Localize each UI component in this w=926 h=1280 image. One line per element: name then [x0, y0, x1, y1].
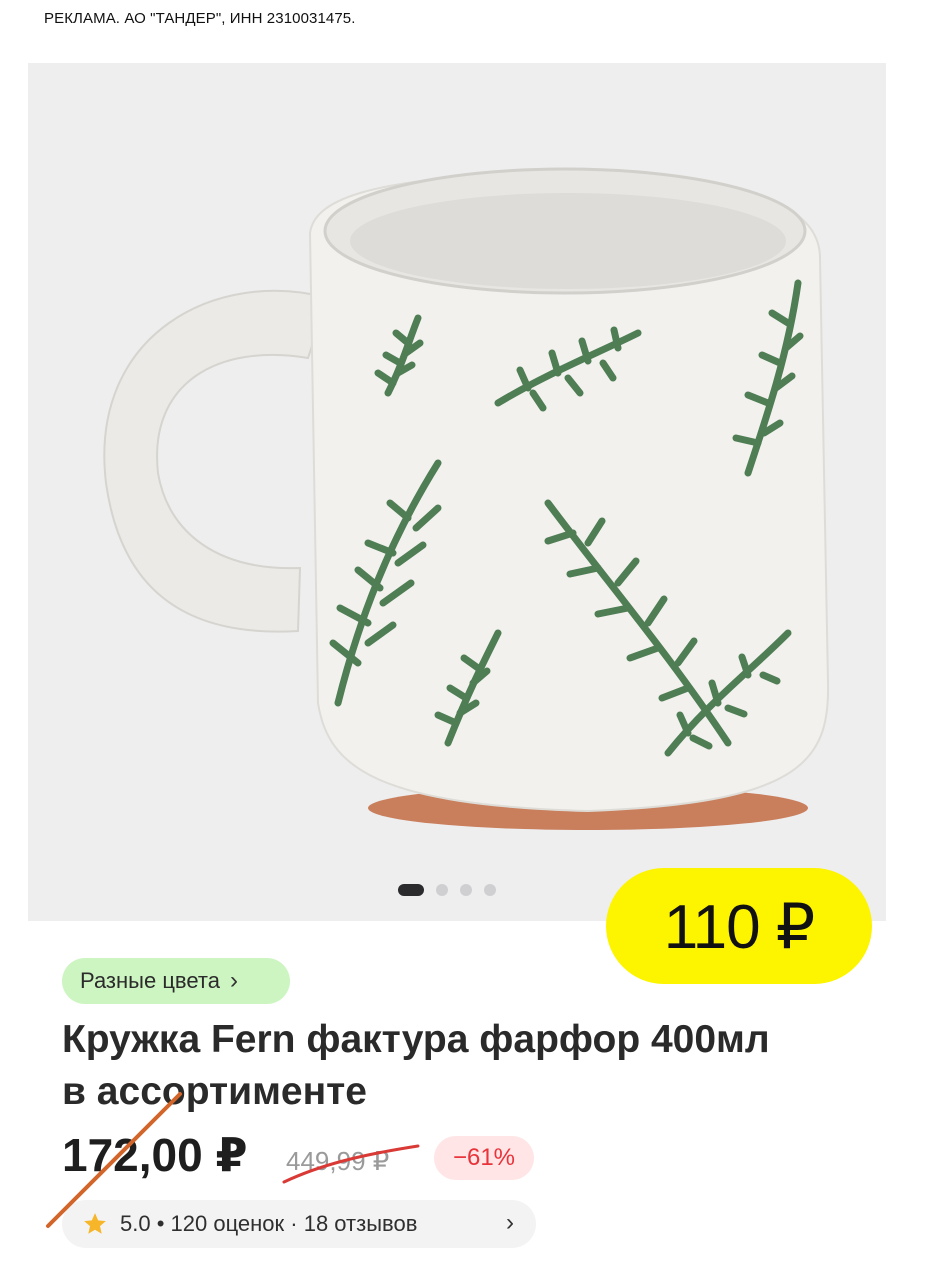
product-image-gallery[interactable]	[28, 63, 886, 921]
product-title-line: Кружка Fern фактура фарфор 400мл	[62, 1018, 770, 1061]
pagination-dot[interactable]	[436, 884, 448, 896]
gallery-pagination[interactable]	[398, 884, 496, 896]
variants-button[interactable]: Разные цвета ›	[62, 958, 290, 1004]
rating-button[interactable]: 5.0 • 120 оценок · 18 отзывов ›	[62, 1200, 536, 1248]
current-price: 172,00 ₽	[62, 1129, 248, 1181]
old-price: 449,99 ₽	[286, 1146, 390, 1176]
product-title-line: в ассортименте	[62, 1070, 367, 1113]
chevron-right-icon: ›	[229, 967, 238, 994]
pagination-dot[interactable]	[460, 884, 472, 896]
star-icon	[84, 1213, 106, 1234]
pagination-dot-active[interactable]	[398, 884, 424, 896]
promo-price-sticker: 110 ₽	[606, 868, 872, 984]
rating-summary: 5.0 • 120 оценок · 18 отзывов	[120, 1211, 418, 1236]
variants-label: Разные цвета	[80, 968, 220, 993]
chevron-right-icon: ›	[506, 1209, 514, 1236]
ad-disclaimer: РЕКЛАМА. АО "ТАНДЕР", ИНН 2310031475.	[44, 10, 356, 27]
pagination-dot[interactable]	[484, 884, 496, 896]
mug-illustration	[103, 167, 830, 830]
product-title: Кружка Fern фактура фарфор 400мл в ассор…	[62, 1014, 882, 1118]
discount-badge: −61%	[434, 1136, 534, 1180]
